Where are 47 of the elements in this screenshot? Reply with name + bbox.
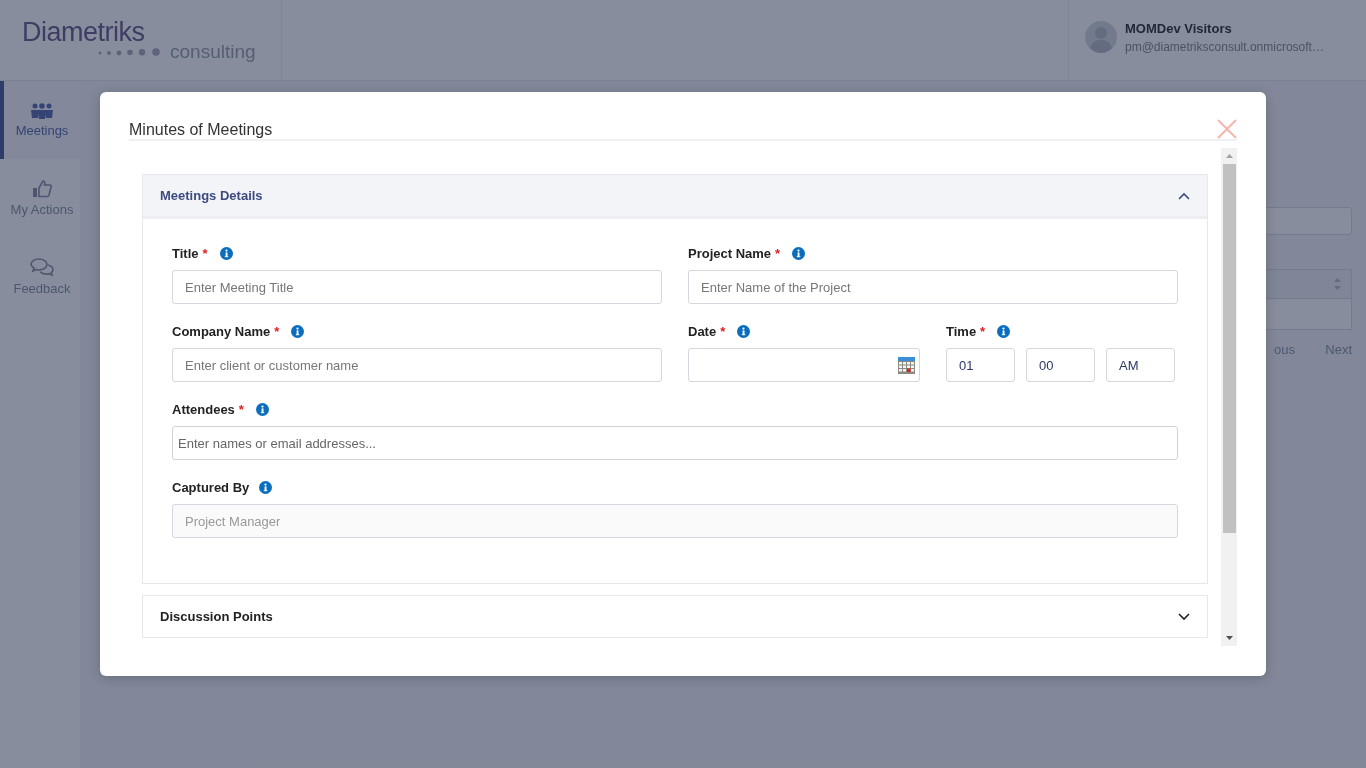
accordion-header[interactable]: Meetings Details — [143, 175, 1207, 219]
people-icon — [30, 102, 54, 119]
user-name: MOMDev Visitors — [1125, 20, 1233, 36]
chevron-up-icon — [1178, 191, 1190, 200]
time-field[interactable]: 01 — [946, 348, 1015, 382]
required-mark: * — [238, 402, 244, 417]
field-label: Company Name — [172, 324, 271, 339]
chat-icon — [30, 256, 54, 277]
attendees-field[interactable]: Enter names or email addresses... — [172, 426, 1178, 460]
time-field[interactable]: 00 — [1026, 348, 1095, 382]
input-field[interactable]: Enter Name of the Project — [688, 270, 1178, 304]
field-label: Captured By — [172, 480, 250, 495]
required-mark: * — [980, 324, 986, 339]
info-icon[interactable] — [219, 247, 233, 260]
info-icon[interactable] — [737, 325, 751, 338]
time-field[interactable]: AM — [1106, 348, 1175, 382]
field-label: Title — [172, 246, 199, 261]
input-field[interactable]: Enter client or customer name — [172, 348, 662, 382]
user-email: pm@diametriksconsult.onmicrosoft… — [1125, 39, 1324, 54]
chevron-down-icon — [1178, 612, 1190, 621]
sidebar-item[interactable]: My Actions — [0, 159, 80, 237]
thumbs-up-icon — [32, 179, 52, 198]
field-label: Time — [946, 324, 977, 339]
info-icon[interactable] — [792, 247, 806, 260]
scrollbar[interactable] — [1221, 148, 1237, 646]
accordion-header[interactable]: Discussion Points — [143, 596, 1207, 637]
calendar-icon[interactable] — [898, 356, 915, 374]
info-icon[interactable] — [259, 481, 273, 494]
field-label: Attendees — [172, 402, 235, 417]
required-mark: * — [720, 324, 726, 339]
info-icon[interactable] — [997, 325, 1011, 338]
input-field[interactable]: Enter Meeting Title — [172, 270, 662, 304]
info-icon[interactable] — [255, 403, 269, 416]
info-icon[interactable] — [291, 325, 305, 338]
required-mark: * — [274, 324, 280, 339]
field-label: Date — [688, 324, 717, 339]
modal-title: Minutes of Meetings — [129, 120, 274, 140]
date-field[interactable] — [688, 348, 920, 382]
sidebar-item[interactable]: Meetings — [0, 81, 80, 159]
sidebar-item[interactable]: Feedback — [0, 237, 80, 315]
field-label: Project Name — [688, 246, 772, 261]
scroll-up-icon — [1225, 154, 1233, 158]
close-icon — [1217, 119, 1237, 139]
logo-name: Diametriks — [22, 18, 146, 46]
required-mark: * — [202, 246, 208, 261]
scroll-down-icon — [1225, 636, 1233, 640]
required-mark: * — [775, 246, 781, 261]
